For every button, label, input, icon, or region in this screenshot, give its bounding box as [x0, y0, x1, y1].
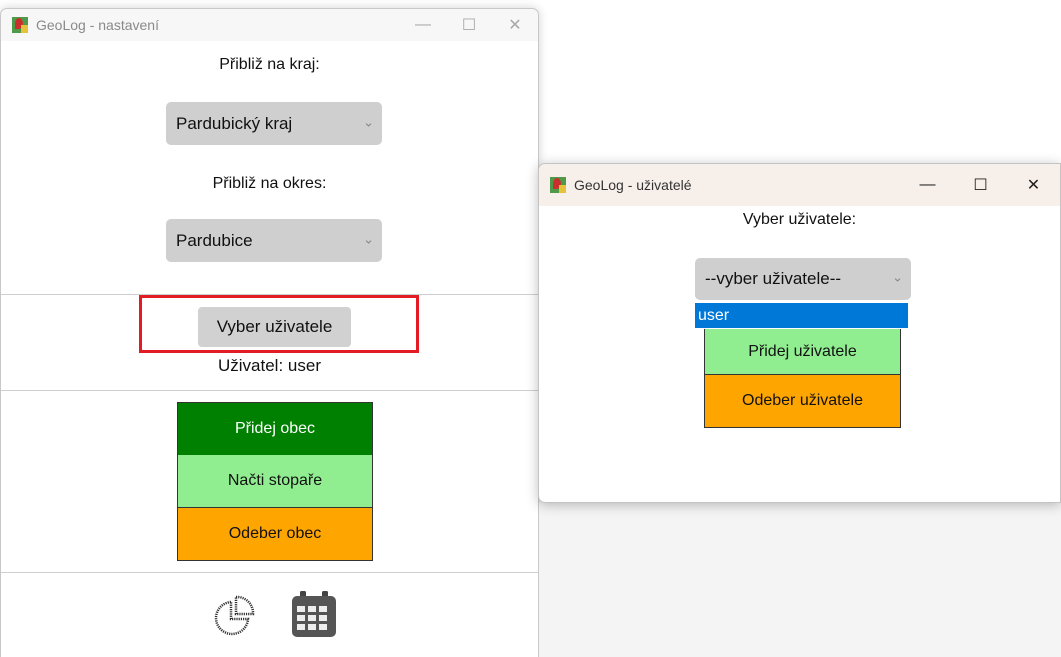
district-select[interactable]: Pardubice ⌄ [166, 219, 382, 262]
divider [1, 390, 538, 391]
highlight-box [139, 295, 419, 353]
chevron-down-icon: ⌄ [363, 230, 374, 246]
region-select-value: Pardubický kraj [176, 113, 293, 133]
user-select[interactable]: --vyber uživatele-- ⌄ [695, 258, 911, 300]
load-hitchhikers-button[interactable]: Načti stopaře [177, 455, 373, 508]
close-icon[interactable]: ✕ [492, 9, 538, 41]
dropdown-option-user[interactable]: user [695, 303, 908, 328]
app-logo-icon [12, 17, 28, 33]
window-title: GeoLog - uživatelé [574, 177, 692, 193]
region-select[interactable]: Pardubický kraj ⌄ [166, 102, 382, 145]
add-user-button[interactable]: Přidej uživatele [704, 329, 901, 375]
select-user-label: Vyber uživatele: [742, 211, 857, 228]
chevron-down-icon: ⌄ [892, 269, 903, 285]
region-label: Přibliž na kraj: [219, 56, 320, 73]
remove-user-button[interactable]: Odeber uživatele [704, 374, 901, 428]
calendar-icon[interactable] [288, 589, 340, 641]
district-select-value: Pardubice [176, 230, 253, 250]
add-town-button[interactable]: Přidej obec [177, 402, 373, 456]
desktop-background [539, 503, 1061, 657]
window-title: GeoLog - nastavení [36, 17, 159, 33]
users-titlebar[interactable]: GeoLog - uživatelé — ☐ ✕ [539, 164, 1060, 206]
app-logo-icon [550, 177, 566, 193]
minimize-icon[interactable]: — [400, 9, 446, 41]
maximize-icon[interactable]: ☐ [954, 164, 1007, 206]
settings-window: GeoLog - nastavení — ☐ ✕ Přibliž na kraj… [0, 8, 539, 657]
minimize-icon[interactable]: — [901, 164, 954, 206]
current-user-label: Uživatel: user [218, 356, 321, 375]
district-label: Přibliž na okres: [212, 175, 327, 192]
remove-town-button[interactable]: Odeber obec [177, 507, 373, 561]
close-icon[interactable]: ✕ [1007, 164, 1060, 206]
settings-titlebar[interactable]: GeoLog - nastavení — ☐ ✕ [1, 9, 538, 41]
user-select-value: --vyber uživatele-- [705, 269, 842, 288]
pie-chart-icon[interactable] [211, 594, 257, 640]
maximize-icon[interactable]: ☐ [446, 9, 492, 41]
divider [1, 572, 538, 573]
users-window: GeoLog - uživatelé — ☐ ✕ Vyber uživatele… [538, 163, 1061, 503]
chevron-down-icon: ⌄ [363, 113, 374, 129]
